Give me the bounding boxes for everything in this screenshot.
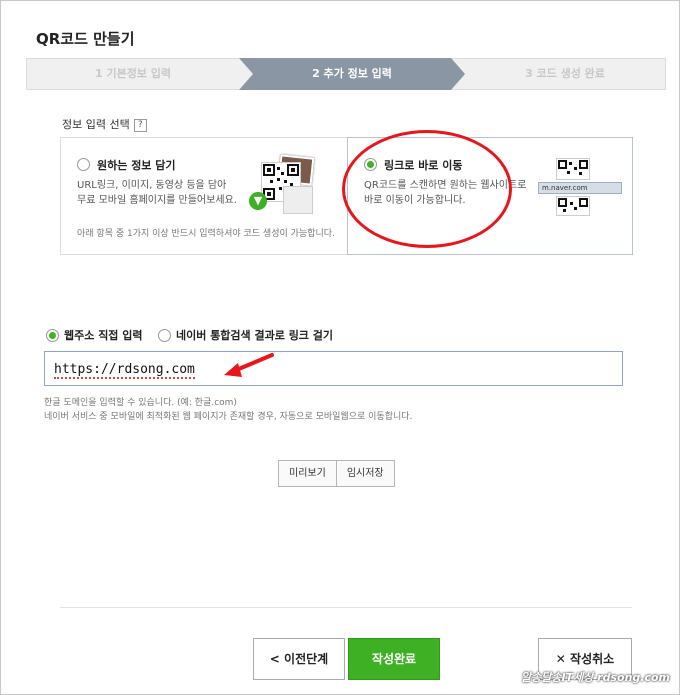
option-title: 원하는 정보 담기 (97, 159, 176, 172)
option-note: 아래 항목 중 1가지 이상 반드시 입력하셔야 코드 생성이 가능합니다. (77, 229, 335, 239)
qr-collage-image: ▼ (249, 154, 317, 216)
step-3: 3 코드 생성 완료 (525, 67, 605, 80)
annotation-arrow-icon (224, 353, 274, 377)
annotation-circle (342, 130, 512, 248)
preview-button-group: 미리보기 임시저장 (278, 460, 395, 487)
page-title: QR코드 만들기 (36, 30, 135, 48)
step-1: 1 기본정보 입력 (94, 67, 172, 80)
complete-button[interactable]: 작성완료 (348, 638, 440, 680)
preview-button[interactable]: 미리보기 (279, 461, 336, 486)
download-icon: ▼ (249, 192, 267, 210)
link-type-direct-url[interactable]: 웹주소 직접 입력 (46, 329, 143, 343)
section-label: 정보 입력 선택? (62, 116, 147, 132)
save-draft-button[interactable]: 임시저장 (335, 461, 394, 486)
watermark: 알송달송IT세상 rdsong.com (521, 671, 670, 684)
url-input[interactable]: https://rdsong.com (44, 351, 623, 386)
divider (60, 607, 632, 608)
radio-naver-search[interactable] (158, 329, 171, 342)
hint-text: 네이버 서비스 중 모바일에 최적화된 웹 페이지가 존재할 경우, 자동으로 … (44, 412, 413, 422)
page-frame (0, 0, 680, 695)
step-indicator: 1 기본정보 입력 2 추가 정보 입력 3 코드 생성 완료 (26, 58, 666, 90)
option-radio-custom-info[interactable] (77, 158, 90, 171)
help-icon[interactable]: ? (133, 118, 147, 132)
link-type-naver-search[interactable]: 네이버 통합검색 결과로 링크 걸기 (158, 329, 333, 343)
option-card-custom-info[interactable]: 원하는 정보 담기 URL링크, 이미지, 동영상 등을 담아 무료 모바일 홈… (60, 137, 348, 255)
qr-link-image: m.naver.com (536, 158, 626, 218)
radio-direct-url[interactable] (46, 329, 59, 342)
hint-text: 한글 도메인을 입력할 수 있습니다. (예: 한글.com) (44, 398, 237, 408)
link-type-selector: 웹주소 직접 입력 네이버 통합검색 결과로 링크 걸기 (46, 329, 345, 343)
url-bar-badge: m.naver.com (538, 182, 622, 194)
option-desc: URL링크, 이미지, 동영상 등을 담아 무료 모바일 홈페이지를 만들어보세… (77, 180, 237, 206)
previous-step-button[interactable]: < 이전단계 (253, 638, 345, 680)
step-2-active: 2 추가 정보 입력 (239, 58, 465, 90)
